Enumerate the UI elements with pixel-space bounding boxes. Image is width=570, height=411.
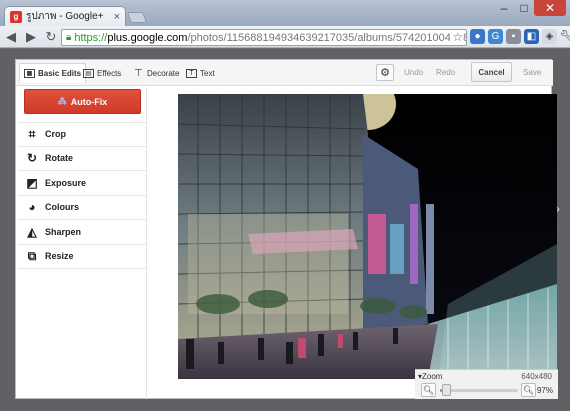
tool-label: Colours — [45, 202, 80, 213]
tab-title: รูปภาพ - Google+ — [26, 11, 104, 22]
photo-editor: ▦ Basic Edits ▤ Effects ⊤ Decorate T Tex… — [15, 59, 558, 399]
url-scheme: https:// — [74, 31, 108, 44]
forward-icon[interactable]: ▶ — [22, 28, 40, 46]
browser-toolbar: ◀ ▶ ↻ 🔒︎ https:// plus.google.com /photo… — [0, 26, 570, 48]
tool-label: Resize — [45, 251, 74, 262]
reload-icon[interactable]: ↻ — [42, 28, 60, 46]
photo-canvas[interactable] — [178, 94, 557, 379]
redo-button[interactable]: Redo — [436, 68, 455, 77]
window-controls: – □ ✕ — [494, 0, 566, 16]
sharpen-icon: ◭ — [27, 224, 37, 239]
wrench-icon[interactable]: 🔧︎ — [559, 29, 570, 44]
basic-edits-icon: ▦ — [24, 69, 35, 78]
tab-label: Basic Edits — [38, 69, 82, 78]
address-bar[interactable]: 🔒︎ https:// plus.google.com /photos/1156… — [61, 29, 467, 46]
zoom-toggle[interactable]: ▾Zoom — [418, 372, 442, 381]
cancel-button[interactable]: Cancel — [471, 62, 512, 82]
tool-exposure[interactable]: ◩ Exposure — [18, 171, 146, 196]
auto-fix-label: Auto-Fix — [70, 96, 108, 107]
effects-icon: ▤ — [83, 69, 94, 78]
settings-gear-icon[interactable]: ⚙ — [376, 64, 394, 81]
maximize-icon[interactable]: □ — [514, 0, 534, 16]
decorate-icon: ⊤ — [134, 68, 143, 79]
extension-puzzle-icon[interactable]: ◈ — [542, 29, 557, 44]
tool-sharpen[interactable]: ◭ Sharpen — [18, 220, 146, 245]
auto-fix-icon: ⁂ — [57, 96, 67, 106]
tool-rotate[interactable]: ↻ Rotate — [18, 147, 146, 171]
google-plus-favicon-icon: g — [10, 10, 22, 23]
save-button[interactable]: Save — [523, 68, 541, 77]
tool-label: Crop — [45, 129, 66, 140]
tool-label: Rotate — [45, 153, 74, 164]
url-path: /photos/115688194934639217035/albums/574… — [187, 31, 466, 44]
extension-blue-icon[interactable]: ◧ — [524, 29, 539, 44]
rotate-icon: ↻ — [26, 151, 38, 166]
zoom-in-icon[interactable]: 🔍︎ — [521, 383, 536, 397]
image-dimensions: 640x480 — [521, 372, 552, 381]
new-tab-button[interactable] — [126, 12, 148, 23]
tab-label: Decorate — [147, 69, 180, 78]
tool-label: Sharpen — [45, 226, 82, 237]
extension-translate-icon[interactable]: G — [488, 29, 503, 44]
tool-crop[interactable]: ⌗ Crop — [18, 122, 146, 147]
zoom-panel: ▾Zoom 640x480 🔍︎ 🔍︎ 97% — [415, 369, 558, 399]
editor-toolbar: ▦ Basic Edits ▤ Effects ⊤ Decorate T Tex… — [16, 60, 553, 86]
zoom-slider-handle[interactable] — [441, 384, 451, 396]
window-close-icon[interactable]: ✕ — [534, 0, 566, 16]
zoom-percent: 97% — [536, 386, 553, 395]
text-icon: T — [186, 69, 197, 78]
tool-label: Exposure — [45, 177, 87, 188]
tool-list: ⌗ Crop ↻ Rotate ◩ Exposure ◕ Colours ◭ S… — [18, 122, 146, 269]
lock-icon: 🔒︎ — [66, 32, 72, 43]
tool-resize[interactable]: ⧉ Resize — [18, 245, 146, 269]
url-host: plus.google.com — [107, 31, 188, 44]
tab-label: Effects — [97, 69, 122, 78]
auto-fix-button[interactable]: ⁂ Auto-Fix — [24, 89, 141, 114]
undo-button[interactable]: Undo — [404, 68, 423, 77]
tab-basic-edits[interactable]: ▦ Basic Edits — [19, 63, 87, 83]
night-mall-photo — [178, 94, 557, 379]
tab-effects[interactable]: ▤ Effects — [83, 65, 121, 82]
tab-label: Text — [200, 69, 215, 78]
browser-titlebar: g รูปภาพ - Google+ × – □ ✕ — [0, 0, 570, 26]
zoom-slider[interactable] — [440, 384, 518, 396]
palette-icon: ◕ — [28, 200, 36, 215]
edit-tools-panel: ⁂ Auto-Fix ⌗ Crop ↻ Rotate ◩ Exposure ◕ … — [18, 87, 147, 399]
extension-globe-icon[interactable]: ● — [470, 29, 485, 44]
tab-text[interactable]: T Text — [186, 65, 215, 82]
back-icon[interactable]: ◀ — [2, 28, 20, 46]
extension-icons: ● G ▪ ◧ ◈ 🔧︎ — [470, 29, 570, 44]
bookmark-star-icon[interactable]: ☆ — [450, 30, 463, 44]
extension-grey-icon[interactable]: ▪ — [506, 29, 521, 44]
exposure-icon: ◩ — [26, 175, 38, 190]
crop-icon: ⌗ — [28, 126, 36, 141]
tab-close-icon[interactable]: × — [114, 11, 120, 23]
zoom-out-icon[interactable]: 🔍︎ — [421, 383, 436, 397]
tool-colours[interactable]: ◕ Colours — [18, 196, 146, 220]
resize-icon: ⧉ — [27, 248, 37, 263]
minimize-icon[interactable]: – — [494, 0, 514, 16]
tab-decorate[interactable]: ⊤ Decorate — [133, 65, 179, 82]
browser-tab[interactable]: g รูปภาพ - Google+ × — [4, 6, 126, 26]
